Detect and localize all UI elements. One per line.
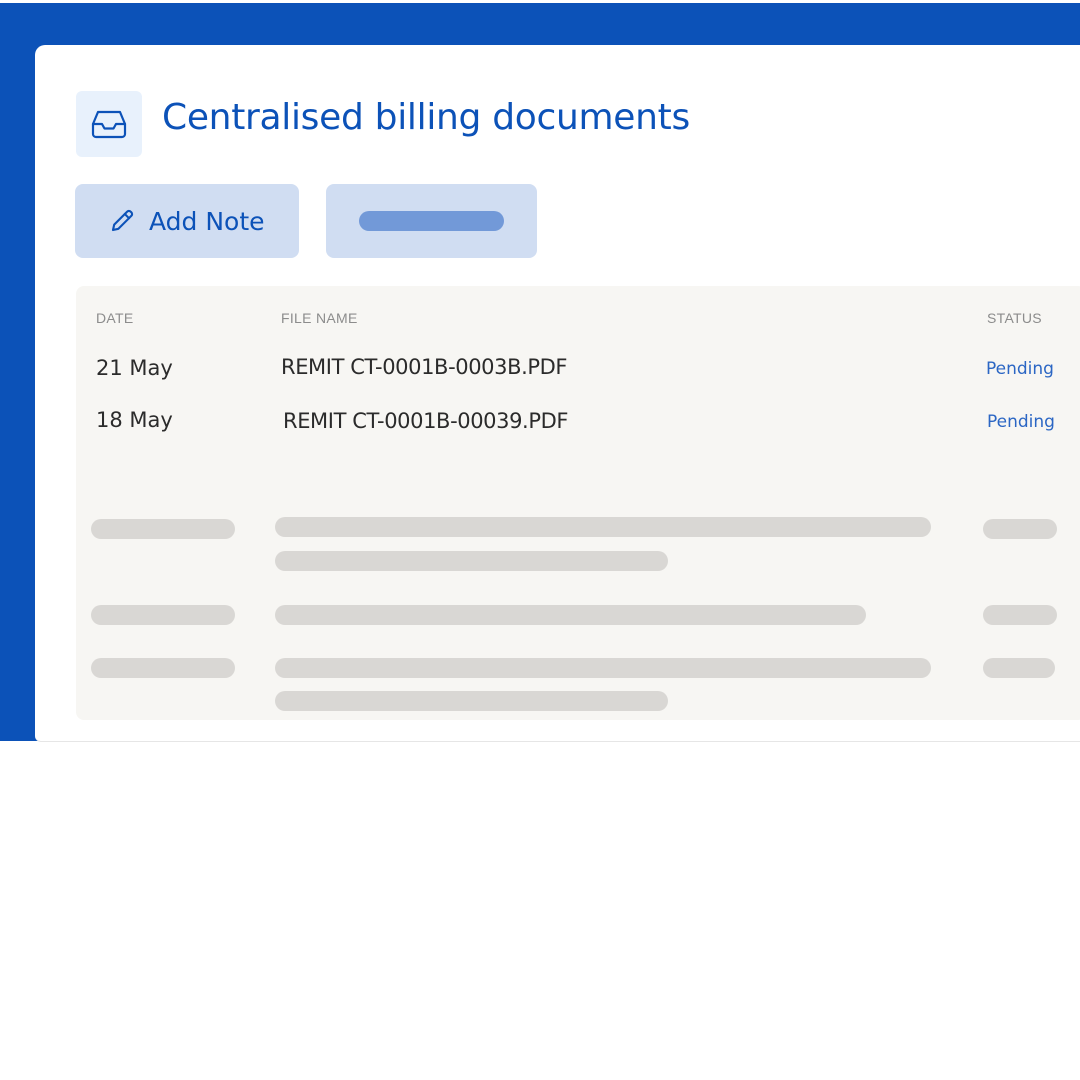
skeleton-date — [91, 519, 235, 539]
table-row-1-date: 21 May — [96, 356, 173, 380]
table-row-2-date: 18 May — [96, 408, 173, 432]
skeleton-file-line — [275, 658, 931, 678]
skeleton-date — [91, 605, 235, 625]
secondary-action-button[interactable] — [326, 184, 537, 258]
table-row-1-file-name[interactable]: REMIT CT-0001B-0003B.PDF — [281, 355, 567, 379]
header-icon-tile — [76, 91, 142, 157]
skeleton-status — [983, 519, 1057, 539]
add-note-button[interactable]: Add Note — [75, 184, 299, 258]
inbox-tray-icon — [91, 110, 127, 139]
app-canvas: Centralised billing documents Add Note D… — [0, 0, 1080, 1080]
skeleton-file-line — [275, 551, 668, 571]
button-label-placeholder — [359, 211, 504, 231]
column-header-file-name: FILE NAME — [281, 310, 358, 326]
table-row-1-status: Pending — [986, 359, 1054, 379]
column-header-date: DATE — [96, 310, 134, 326]
documents-table: DATE FILE NAME STATUS 21 May REMIT CT-00… — [76, 286, 1080, 720]
column-header-status: STATUS — [987, 310, 1042, 326]
billing-documents-card: Centralised billing documents Add Note D… — [35, 45, 1080, 742]
skeleton-date — [91, 658, 235, 678]
skeleton-file-line — [275, 517, 931, 537]
skeleton-status — [983, 658, 1055, 678]
add-note-label: Add Note — [149, 206, 265, 236]
skeleton-file-line — [275, 691, 668, 711]
skeleton-status — [983, 605, 1057, 625]
table-row-2-file-name[interactable]: REMIT CT-0001B-00039.PDF — [283, 409, 568, 433]
skeleton-file-line — [275, 605, 866, 625]
page-title: Centralised billing documents — [162, 97, 690, 138]
table-row-2-status: Pending — [987, 412, 1055, 432]
pencil-icon — [111, 209, 134, 232]
